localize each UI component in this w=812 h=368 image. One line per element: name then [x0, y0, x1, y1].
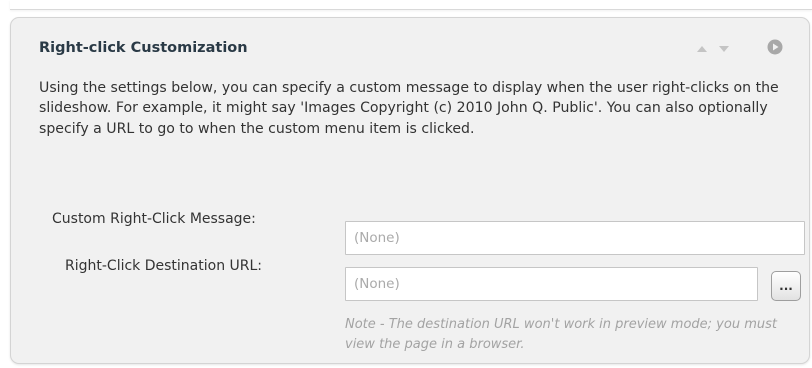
- destination-url-note: Note - The destination URL won't work in…: [345, 317, 777, 352]
- arrow-down-icon[interactable]: [719, 46, 729, 52]
- sort-arrows: [695, 42, 731, 56]
- browse-url-button[interactable]: ...: [771, 271, 801, 301]
- panel-title: Right-click Customization: [39, 40, 248, 56]
- right-click-customization-panel: Right-click Customization Using the sett…: [10, 17, 810, 364]
- circle-toggle-icon[interactable]: [767, 39, 783, 55]
- destination-url-label: Right-Click Destination URL:: [65, 258, 263, 274]
- arrow-up-icon[interactable]: [697, 46, 707, 52]
- custom-message-input[interactable]: [345, 221, 805, 255]
- custom-message-label: Custom Right-Click Message:: [52, 211, 256, 227]
- panel-description: Using the settings below, you can specif…: [39, 80, 779, 137]
- previous-panel-edge: [10, 0, 812, 10]
- destination-url-input[interactable]: [345, 267, 758, 301]
- page: Right-click Customization Using the sett…: [0, 0, 812, 368]
